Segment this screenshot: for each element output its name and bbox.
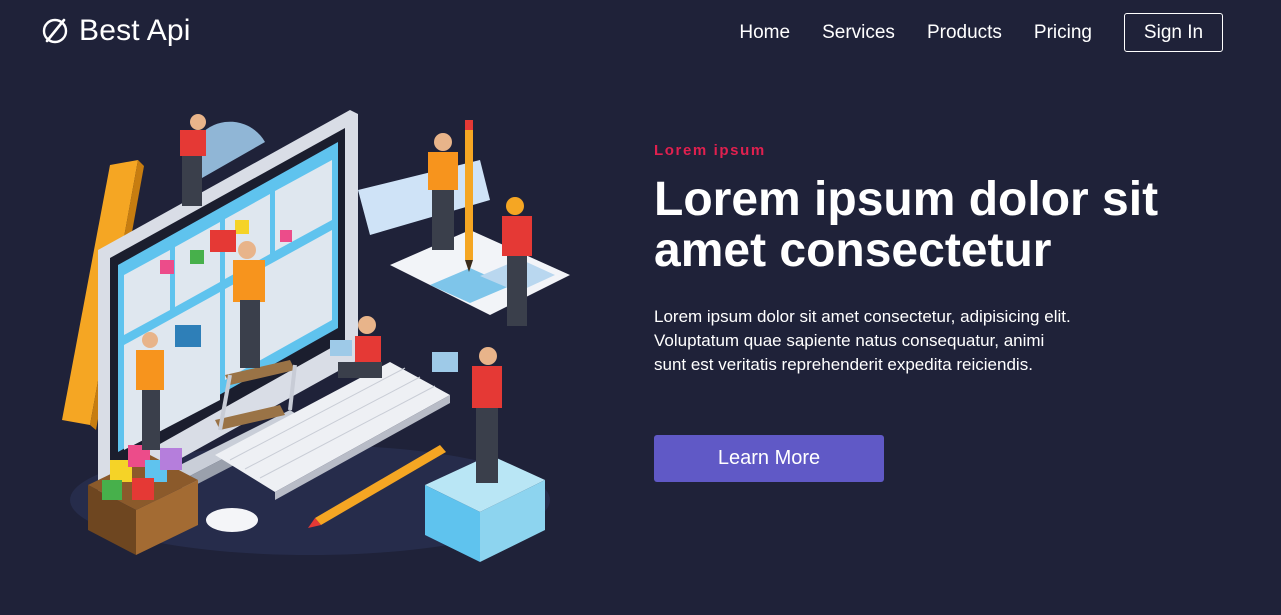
compass-slash-icon — [42, 18, 68, 44]
hero-headline: Lorem ipsum dolor sit amet consectetur — [654, 173, 1159, 277]
nav-link-home[interactable]: Home — [739, 15, 790, 51]
nav-link-pricing[interactable]: Pricing — [1034, 15, 1092, 51]
hero-illustration — [62, 110, 570, 562]
main-nav: Home Services Products Pricing Sign In — [707, 13, 1223, 52]
learn-more-button[interactable]: Learn More — [654, 435, 884, 482]
nav-link-products[interactable]: Products — [927, 15, 1002, 51]
hero-eyebrow: Lorem ipsum — [654, 142, 766, 159]
nav-link-services[interactable]: Services — [822, 15, 895, 51]
landing-page: Best Api Home Services Products Pricing … — [0, 0, 1281, 615]
brand-logo[interactable]: Best Api — [41, 14, 191, 48]
hero-description: Lorem ipsum dolor sit amet consectetur, … — [654, 307, 1071, 374]
brand-name: Best Api — [79, 14, 191, 47]
sign-in-button[interactable]: Sign In — [1124, 13, 1223, 52]
